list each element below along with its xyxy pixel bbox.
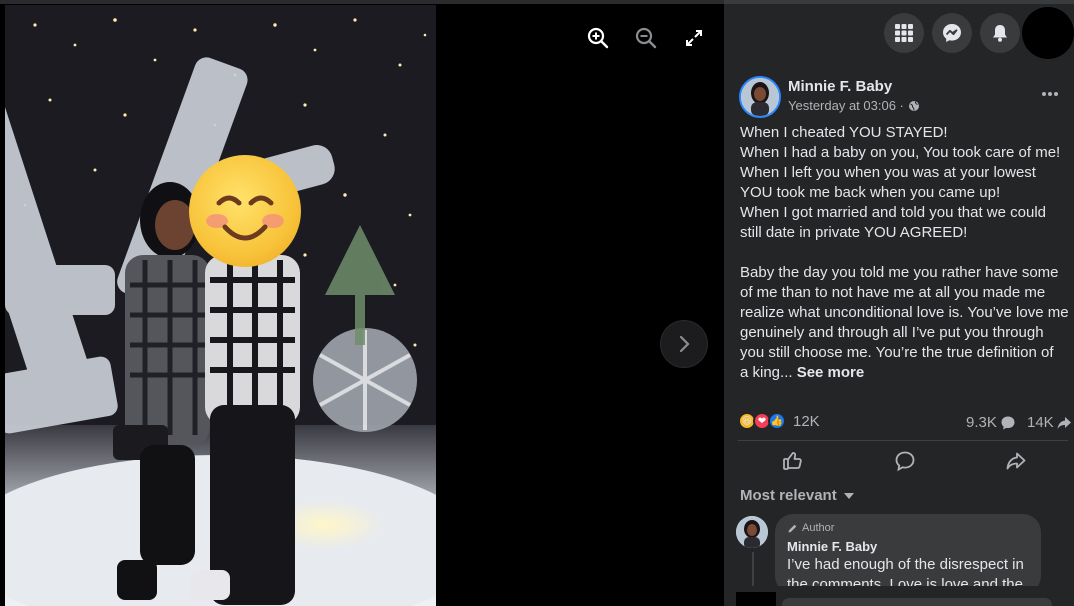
zoom-out-button[interactable]	[632, 24, 660, 52]
post-text-line: Baby the day you told me you rather have…	[740, 264, 1059, 281]
post-text-line: When I had a baby on you, You took care …	[740, 144, 1061, 161]
post-text-line: When I cheated YOU STAYED!	[740, 124, 948, 141]
commenter-avatar[interactable]	[736, 516, 768, 548]
panel-top-border	[724, 0, 1074, 4]
comment-input[interactable]	[782, 598, 1052, 606]
fullscreen-icon	[686, 30, 702, 46]
zoom-in-icon	[587, 27, 609, 49]
comment-bubble: Author Minnie F. Baby I’ve had enough of…	[775, 514, 1041, 594]
messenger-icon	[943, 24, 961, 42]
share-count-value: 14K	[1027, 414, 1054, 431]
commenter-avatar-image	[736, 516, 768, 548]
author-avatar[interactable]	[739, 76, 781, 118]
post-text-line: you still choose me. You’re the true def…	[740, 344, 1054, 361]
author-badge-label: Author	[802, 522, 835, 534]
share-button[interactable]	[1001, 448, 1031, 474]
viewer-top-border	[0, 0, 724, 4]
comment-icon	[895, 451, 915, 472]
post-text-line: YOU took me back when you came up!	[740, 184, 1001, 201]
comment-text-line: I’ve had enough of the disrespect in	[787, 556, 1024, 573]
caret-down-icon	[843, 492, 854, 499]
comment-bubble-icon	[1001, 416, 1015, 429]
post-text: When I cheated YOU STAYED! When I had a …	[740, 123, 1070, 383]
comment-button[interactable]	[890, 448, 920, 474]
share-count[interactable]: 14K	[1027, 414, 1072, 431]
composer-avatar	[736, 592, 776, 606]
post-text-line: still date in private YOU AGREED!	[740, 224, 968, 241]
more-dots-icon	[1042, 92, 1058, 96]
comment-author-name[interactable]: Minnie F. Baby	[787, 539, 877, 554]
post-side-panel: Minnie F. Baby Yesterday at 03:06 · When…	[724, 0, 1074, 606]
face-cover-emoji	[189, 155, 301, 267]
comment-count-value: 9.3K	[966, 414, 997, 431]
post-text-ellipsis: a king...	[740, 364, 793, 381]
post-photo[interactable]	[5, 5, 436, 606]
sort-label: Most relevant	[740, 487, 837, 504]
grid-menu-icon	[895, 24, 913, 42]
like-reaction-icon: 👍	[768, 412, 786, 430]
smiling-face-icon	[206, 195, 284, 241]
post-text-line: When I left you when you was at your low…	[740, 164, 1036, 181]
pencil-icon	[788, 524, 797, 532]
messenger-button[interactable]	[932, 13, 972, 53]
photo-viewer	[0, 0, 724, 606]
comment-count[interactable]: 9.3K	[966, 414, 1016, 431]
post-text-last-line: a king... See more	[740, 363, 1070, 383]
post-text-line: of me than to not have me at all you mad…	[740, 284, 1046, 301]
chevron-right-icon	[679, 335, 690, 353]
post-text-line: genuinely and through all I’ve put you t…	[740, 324, 1044, 341]
reaction-count: 12K	[793, 412, 820, 430]
post-text-line: When I got married and told you that we …	[740, 204, 1047, 221]
menu-button[interactable]	[884, 13, 924, 53]
post-options-button[interactable]	[1038, 82, 1062, 106]
divider	[738, 440, 1068, 441]
post-text-line: realize what unconditional love is. You’…	[740, 304, 1069, 321]
comment-sort-dropdown[interactable]: Most relevant	[740, 487, 855, 504]
photo-illustration	[5, 5, 436, 606]
reactions-summary[interactable]: 😆 ❤ 👍 12K	[738, 412, 820, 430]
reply-thread-line	[752, 552, 754, 586]
post-meta: Yesterday at 03:06 ·	[788, 98, 920, 113]
post-author-name[interactable]: Minnie F. Baby	[788, 78, 892, 95]
zoom-in-button[interactable]	[584, 24, 612, 52]
post-timestamp[interactable]: Yesterday at 03:06 ·	[788, 98, 904, 113]
author-avatar-image	[741, 78, 779, 116]
globe-icon	[908, 100, 919, 111]
account-avatar[interactable]	[1022, 7, 1074, 59]
thumbs-up-icon	[783, 452, 802, 470]
see-more-link[interactable]: See more	[797, 364, 865, 381]
zoom-out-icon	[635, 27, 657, 49]
bell-icon	[993, 25, 1007, 42]
notifications-button[interactable]	[980, 13, 1020, 53]
fullscreen-button[interactable]	[680, 24, 708, 52]
share-arrow-icon	[1057, 416, 1071, 429]
next-photo-button[interactable]	[660, 320, 708, 368]
share-icon	[1006, 452, 1026, 470]
like-button[interactable]	[778, 448, 808, 474]
author-badge: Author	[787, 522, 834, 534]
